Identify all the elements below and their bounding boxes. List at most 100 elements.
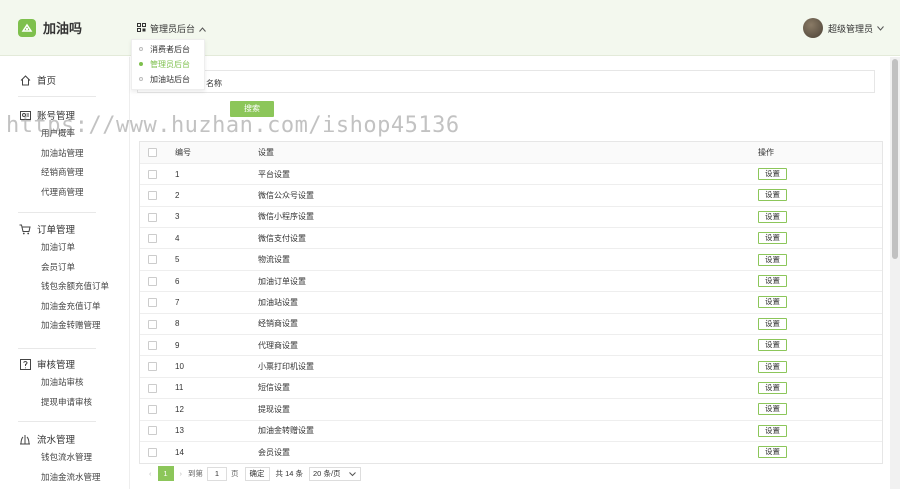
sidebar-item-station-audit[interactable]: 加油站审核 [0,373,130,393]
sidebar-item-member-orders[interactable]: 会员订单 [0,258,130,278]
scrollbar-thumb[interactable] [892,59,898,259]
row-settings-button[interactable]: 设置 [758,403,787,416]
user-menu[interactable]: 超级管理员 [802,18,884,38]
avatar [802,18,823,38]
page-scrollbar[interactable] [890,57,900,489]
logo-icon [18,18,36,37]
sidebar-group-audit: 审核管理 加油站审核 提现申请审核 [0,355,130,412]
sidebar-head-audit[interactable]: 审核管理 [0,355,130,373]
row-checkbox[interactable] [148,383,157,393]
row-name: 会员设置 [258,447,290,457]
goto-page-input[interactable]: 1 [207,466,227,481]
row-checkbox[interactable] [148,212,157,222]
row-name: 代理商设置 [250,334,748,357]
row-name: 加油站设置 [250,291,748,314]
next-page-icon[interactable]: › [180,469,183,478]
row-checkbox[interactable] [148,191,157,201]
row-settings-button[interactable]: 设置 [758,189,787,202]
total-count: 共 14 条 [275,469,304,478]
header-op: 操作 [748,142,882,164]
header-no: 编号 [168,142,250,164]
sidebar-home[interactable]: 首页 [0,71,130,89]
row-settings-button[interactable]: 设置 [758,381,787,394]
home-icon [19,74,31,86]
switcher-option-admin[interactable]: 管理员后台 [132,57,204,72]
sidebar-item-dealers[interactable]: 经销商管理 [0,163,130,183]
chevron-down-icon [349,468,356,484]
divider [18,96,96,97]
row-checkbox[interactable] [148,276,157,286]
row-checkbox[interactable] [148,169,157,179]
sidebar-item-fuelcredit-flow[interactable]: 加油金流水管理 [0,468,130,488]
sidebar-item-wallet-flow[interactable]: 钱包流水管理 [0,448,130,468]
row-no: 10 [168,355,250,378]
divider [18,421,96,422]
row-settings-button[interactable]: 设置 [758,339,787,352]
row-settings-button[interactable]: 设置 [758,275,787,288]
select-all-checkbox[interactable] [148,148,157,158]
row-name: 加油金转赠设置 [250,420,748,442]
table-row: 13 加油金转赠设置 设置 [140,420,882,442]
row-no: 14 [175,447,184,457]
row-checkbox[interactable] [148,405,157,415]
row-no: 2 [168,184,250,207]
grid-icon [137,23,146,34]
row-checkbox[interactable] [148,362,157,372]
row-settings-button[interactable]: 设置 [758,168,787,181]
sidebar-head-flow[interactable]: 流水管理 [0,430,130,448]
row-no: 8 [168,313,250,336]
row-no: 3 [168,206,250,229]
row-settings-button[interactable]: 设置 [758,210,787,223]
sidebar-item-stations[interactable]: 加油站管理 [0,144,130,164]
row-settings-button[interactable]: 设置 [758,232,787,245]
row-checkbox[interactable] [148,319,157,329]
row-checkbox[interactable] [148,426,157,436]
row-name: 微信公众号设置 [250,184,748,207]
current-page[interactable]: 1 [157,466,174,481]
watermark: https://www.huzhan.com/ishop45136 [6,113,460,138]
sidebar-item-withdraw-audit[interactable]: 提现申请审核 [0,393,130,413]
sidebar-group-orders: 订单管理 加油订单 会员订单 钱包余额充值订单 加油金充值订单 加油金转赠管理 [0,220,130,336]
row-no: 9 [168,334,250,357]
row-name: 经销商设置 [250,313,748,336]
switcher-option-consumer[interactable]: 消费者后台 [132,42,204,57]
table-row: 1 平台设置 设置 [140,163,882,186]
row-settings-button[interactable]: 设置 [758,317,787,330]
row-settings-button[interactable]: 设置 [758,424,787,437]
sidebar-head-orders[interactable]: 订单管理 [0,220,130,238]
app-logo[interactable]: 加油吗 [18,18,82,37]
sidebar-item-agents[interactable]: 代理商管理 [0,183,130,203]
row-settings-button[interactable]: 设置 [758,296,787,309]
row-no: 1 [168,163,250,186]
row-name: 物流设置 [250,248,748,271]
prev-page-icon[interactable]: ‹ [149,469,152,478]
row-name: 微信小程序设置 [250,206,748,229]
backend-switcher[interactable]: 管理员后台 [137,22,206,35]
row-settings-button[interactable]: 设置 [758,446,787,459]
sidebar-item-wallet-orders[interactable]: 钱包余额充值订单 [0,277,130,297]
table-header-row: 编号 设置 操作 [140,142,882,164]
page-size-select[interactable]: 20 条/页 [309,466,362,484]
switcher-option-station[interactable]: 加油站后台 [132,72,204,87]
row-checkbox[interactable] [148,340,157,350]
table-row: 4 微信支付设置 设置 [140,227,882,250]
table-row: 3 微信小程序设置 设置 [140,206,882,229]
row-checkbox[interactable] [148,298,157,308]
filter-panel [137,70,875,93]
sidebar-item-transfer[interactable]: 加油金转赠管理 [0,316,130,336]
goto-confirm-button[interactable]: 确定 [244,466,270,481]
sidebar-item-fuelcredit-orders[interactable]: 加油金充值订单 [0,297,130,317]
row-settings-button[interactable]: 设置 [758,253,787,266]
row-name: 小票打印机设置 [250,355,748,378]
row-settings-button[interactable]: 设置 [758,360,787,373]
row-no: 13 [168,420,250,442]
table-row: 7 加油站设置 设置 [140,291,882,314]
row-checkbox[interactable] [148,255,157,265]
row-checkbox[interactable] [148,233,157,243]
row-name: 平台设置 [250,163,748,186]
sidebar-item-fuel-orders[interactable]: 加油订单 [0,238,130,258]
row-checkbox[interactable] [148,448,157,458]
switcher-dropdown: 消费者后台 管理员后台 加油站后台 [131,39,205,90]
switcher-label: 管理员后台 [150,24,196,34]
table-row: 6 加油订单设置 设置 [140,270,882,293]
